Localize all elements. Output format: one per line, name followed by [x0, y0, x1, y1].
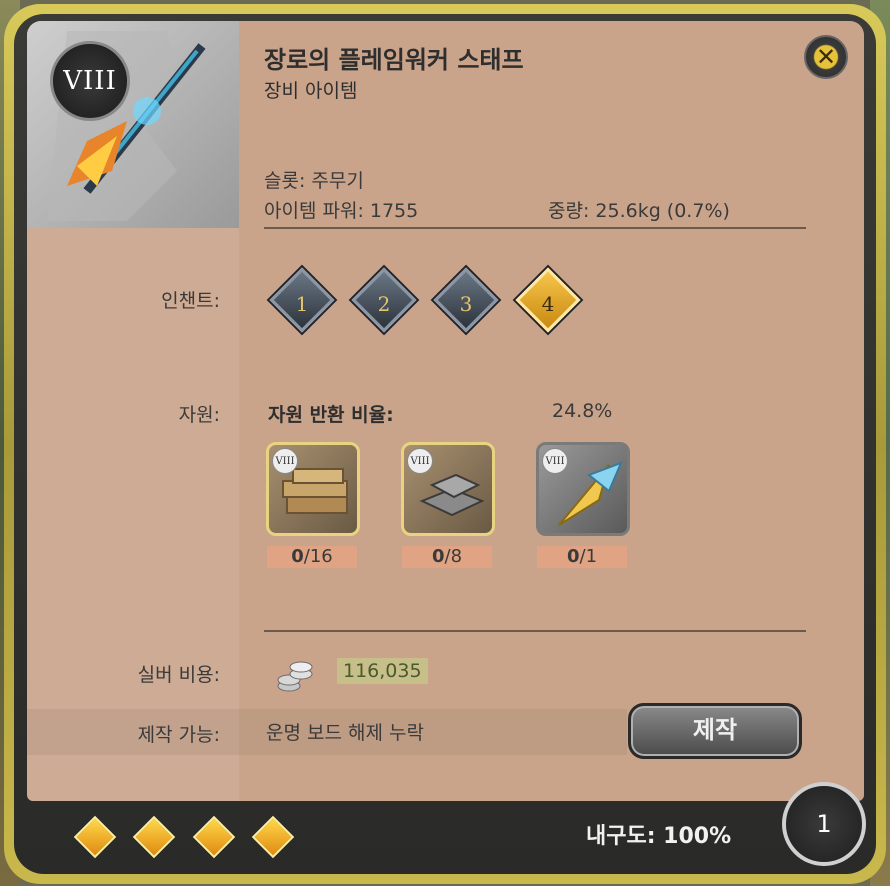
tier-badge: VIII — [50, 41, 130, 121]
resource-count-planks: 0/16 — [267, 546, 357, 568]
slot-info: 슬롯: 주무기 — [264, 170, 364, 192]
power-info: 아이템 파워: 1755 — [264, 200, 419, 222]
quantity-badge[interactable]: 1 — [782, 782, 866, 866]
resource-return-heading: 자원 반환 비율: — [268, 404, 394, 426]
craft-button[interactable]: 제작 — [628, 703, 802, 759]
craftable-label: 제작 가능: — [137, 724, 220, 746]
enchant-level-1-number: 1 — [295, 292, 309, 317]
silver-coins-icon — [277, 661, 313, 692]
enchant-level-3-number: 3 — [459, 292, 473, 317]
resource-return-rate: 24.8% — [552, 400, 613, 422]
resource-tier-badge: VIII — [407, 448, 433, 474]
divider-top — [264, 227, 806, 229]
resource-tier-badge: VIII — [542, 448, 568, 474]
item-image — [27, 21, 239, 228]
resource-count-crystal: 0/1 — [537, 546, 627, 568]
resource-tile-planks[interactable]: VIII — [266, 442, 360, 536]
resource-count-metal-bar: 0/8 — [402, 546, 492, 568]
resource-tile-metal-bar[interactable]: VIII — [401, 442, 495, 536]
staff-icon — [47, 31, 206, 221]
resources-label: 자원: — [178, 404, 220, 426]
craftable-status: 운명 보드 해제 누락 — [266, 722, 424, 744]
enchant-level-2-number: 2 — [377, 292, 391, 317]
resource-tile-crystal-artifact[interactable]: VIII — [536, 442, 630, 536]
item-category: 장비 아이템 — [264, 80, 358, 102]
enchant-level-4-number: 4 — [541, 292, 555, 317]
enchant-label: 인챈트: — [161, 290, 220, 312]
durability-text: 내구도: 100% — [586, 824, 732, 849]
close-icon: ✕ — [815, 43, 837, 71]
silver-cost-label: 실버 비용: — [137, 664, 220, 686]
close-button[interactable]: ✕ — [804, 35, 848, 79]
divider-bottom — [264, 630, 806, 632]
resource-tier-badge: VIII — [272, 448, 298, 474]
item-name: 장로의 플레임워커 스태프 — [264, 46, 524, 74]
silver-cost-value: 116,035 — [337, 658, 428, 684]
weight-info: 중량: 25.6kg (0.7%) — [548, 200, 730, 222]
